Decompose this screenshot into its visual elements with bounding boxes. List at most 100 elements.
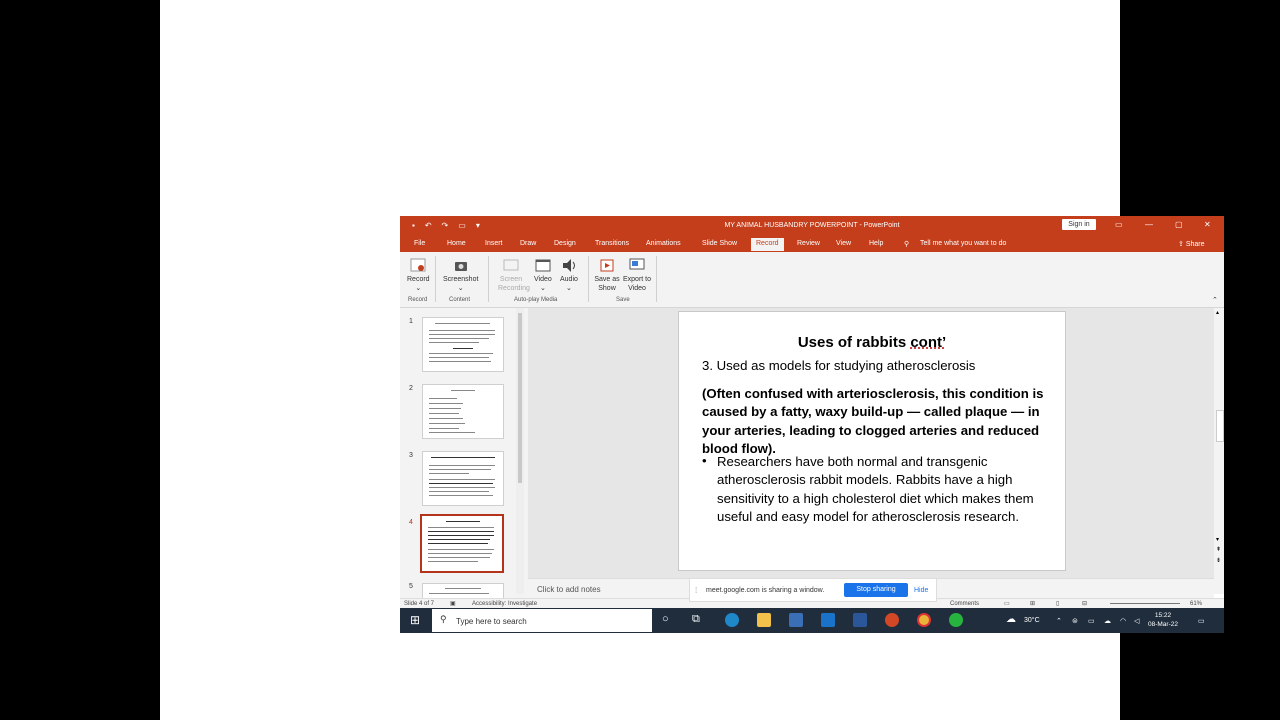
zoom-level[interactable]: 61% xyxy=(1190,601,1202,607)
slide-bullet-text[interactable]: Researchers have both normal and transge… xyxy=(717,453,1047,526)
sign-in-button[interactable]: Sign in xyxy=(1062,219,1096,230)
hide-link[interactable]: Hide xyxy=(914,587,928,594)
slide-title[interactable]: Uses of rabbits cont’ xyxy=(679,334,1065,351)
slide-point[interactable]: 3. Used as models for studying atheroscl… xyxy=(702,357,1052,375)
record-button[interactable]: Record ⌄ xyxy=(407,258,430,293)
bullet-marker: • xyxy=(702,453,707,468)
save-as-show-icon xyxy=(600,259,614,272)
group-separator xyxy=(656,256,657,302)
slide-bold-paragraph[interactable]: (Often confused with arteriosclerosis, t… xyxy=(702,385,1052,458)
next-slide-icon[interactable]: ⇟ xyxy=(1216,557,1221,564)
slide-sorter-icon[interactable]: ⊞ xyxy=(1030,600,1035,607)
minimize-button[interactable]: — xyxy=(1145,220,1153,229)
screen-frame: ▪ ↶ ↷ ▭ ▾ MY ANIMAL HUSBANDRY POWERPOINT… xyxy=(160,0,1224,720)
tab-design[interactable]: Design xyxy=(554,240,576,247)
collapse-ribbon-icon[interactable]: ⌃ xyxy=(1212,296,1218,304)
reading-view-icon[interactable]: ▯ xyxy=(1056,600,1059,607)
tab-help[interactable]: Help xyxy=(869,240,883,247)
slideshow-view-icon[interactable]: ⊟ xyxy=(1082,600,1087,607)
task-view-icon[interactable]: ⧉ xyxy=(692,613,700,626)
record-icon xyxy=(410,258,426,272)
battery-icon[interactable]: ▭ xyxy=(1088,617,1095,625)
previous-slide-icon[interactable]: ⇞ xyxy=(1216,546,1221,553)
slide-scrollbar[interactable]: ▴ ▾ ⇞ ⇟ xyxy=(1214,308,1224,594)
store-icon[interactable] xyxy=(789,613,803,627)
group-separator xyxy=(588,256,589,302)
volume-icon[interactable]: ◁ xyxy=(1134,617,1139,625)
notes-placeholder: Click to add notes xyxy=(537,585,601,594)
spellcheck-icon[interactable]: ▣ xyxy=(450,600,456,607)
slide-thumbnails-pane: 1 2 3 4 5 xyxy=(400,308,528,605)
taskbar-clock[interactable]: 15:22 08-Mar-22 xyxy=(1148,611,1178,629)
clock-date: 08-Mar-22 xyxy=(1148,621,1178,628)
show-hidden-icons-icon[interactable]: ⌃ xyxy=(1056,617,1062,625)
speaker-icon xyxy=(562,259,575,272)
wifi-icon[interactable]: ◠ xyxy=(1120,617,1126,625)
video-label: Video xyxy=(534,276,552,283)
weather-temp[interactable]: 30°C xyxy=(1024,617,1040,624)
search-icon: ⚲ xyxy=(440,614,447,624)
edge-icon[interactable] xyxy=(725,613,739,627)
mail-icon[interactable] xyxy=(821,613,835,627)
screen-recording-button[interactable]: Screen Recording xyxy=(498,258,530,293)
chrome-icon[interactable] xyxy=(917,613,931,627)
tab-view[interactable]: View xyxy=(836,240,851,247)
weather-icon[interactable]: ☁ xyxy=(1006,614,1016,625)
powerpoint-icon[interactable] xyxy=(885,613,899,627)
notifications-icon[interactable]: ▭ xyxy=(1198,617,1205,625)
zoom-slider[interactable] xyxy=(1110,603,1180,604)
video-button[interactable]: Video ⌄ xyxy=(534,258,552,293)
accessibility-status[interactable]: Accessibility: Investigate xyxy=(472,601,537,607)
onedrive-icon[interactable]: ☁ xyxy=(1104,617,1111,625)
word-icon[interactable] xyxy=(853,613,867,627)
screenshot-button[interactable]: Screenshot ⌄ xyxy=(443,258,478,293)
scroll-up-icon[interactable]: ▴ xyxy=(1216,309,1219,316)
share-message: meet.google.com is sharing a window. xyxy=(706,587,825,594)
scroll-thumb[interactable] xyxy=(1216,410,1224,442)
drag-handle-icon[interactable]: ⁞ xyxy=(695,586,697,595)
slide-thumbnail-2[interactable] xyxy=(422,384,504,439)
slide-thumbnail-4[interactable] xyxy=(420,514,504,573)
thumb-number: 5 xyxy=(409,583,413,590)
powerpoint-window: ▪ ↶ ↷ ▭ ▾ MY ANIMAL HUSBANDRY POWERPOINT… xyxy=(400,216,1224,633)
tab-record[interactable]: Record xyxy=(751,238,784,251)
slide-title-underlined: cont’ xyxy=(910,334,947,351)
slide-editing-area: Uses of rabbits cont’ 3. Used as models … xyxy=(528,308,1214,578)
tab-review[interactable]: Review xyxy=(797,240,820,247)
tab-draw[interactable]: Draw xyxy=(520,240,536,247)
normal-view-icon[interactable]: ▭ xyxy=(1004,600,1010,607)
current-slide[interactable]: Uses of rabbits cont’ 3. Used as models … xyxy=(678,311,1066,571)
search-placeholder: Type here to search xyxy=(456,617,527,626)
slide-thumbnail-1[interactable] xyxy=(422,317,504,372)
comments-button[interactable]: Comments xyxy=(950,601,979,607)
tab-insert[interactable]: Insert xyxy=(485,240,503,247)
tab-slide-show[interactable]: Slide Show xyxy=(702,240,737,247)
slide-thumbnail-3[interactable] xyxy=(422,451,504,506)
tab-animations[interactable]: Animations xyxy=(646,240,681,247)
cortana-icon[interactable]: ○ xyxy=(662,613,669,625)
save-as-show-label: Save as Show xyxy=(594,276,620,292)
thumb-number: 1 xyxy=(409,318,413,325)
network-icon[interactable]: ⊜ xyxy=(1072,617,1078,625)
share-button[interactable]: ⇪ Share xyxy=(1178,240,1205,248)
tab-home[interactable]: Home xyxy=(447,240,466,247)
title-bar: ▪ ↶ ↷ ▭ ▾ MY ANIMAL HUSBANDRY POWERPOINT… xyxy=(400,216,1224,235)
scroll-down-icon[interactable]: ▾ xyxy=(1216,536,1219,543)
maximize-button[interactable]: ▢ xyxy=(1175,220,1183,229)
ribbon-display-options-icon[interactable]: ▭ xyxy=(1115,220,1123,229)
tab-file[interactable]: File xyxy=(414,240,425,247)
taskbar-search[interactable]: ⚲ Type here to search xyxy=(432,609,652,632)
file-explorer-icon[interactable] xyxy=(757,613,771,627)
windows-start-icon[interactable]: ⊞ xyxy=(410,613,420,627)
close-button[interactable]: ✕ xyxy=(1204,220,1211,229)
thumbnails-scrollbar[interactable] xyxy=(516,308,524,594)
tab-transitions[interactable]: Transitions xyxy=(595,240,629,247)
screen-recording-icon xyxy=(503,259,519,271)
save-as-show-button[interactable]: Save as Show xyxy=(594,258,620,293)
group-separator xyxy=(435,256,436,302)
audio-button[interactable]: Audio ⌄ xyxy=(560,258,578,293)
stop-sharing-button[interactable]: Stop sharing xyxy=(844,583,908,597)
whatsapp-icon[interactable] xyxy=(949,613,963,627)
tell-me-search[interactable]: Tell me what you want to do xyxy=(920,240,1006,247)
export-to-video-button[interactable]: Export to Video xyxy=(622,258,652,293)
